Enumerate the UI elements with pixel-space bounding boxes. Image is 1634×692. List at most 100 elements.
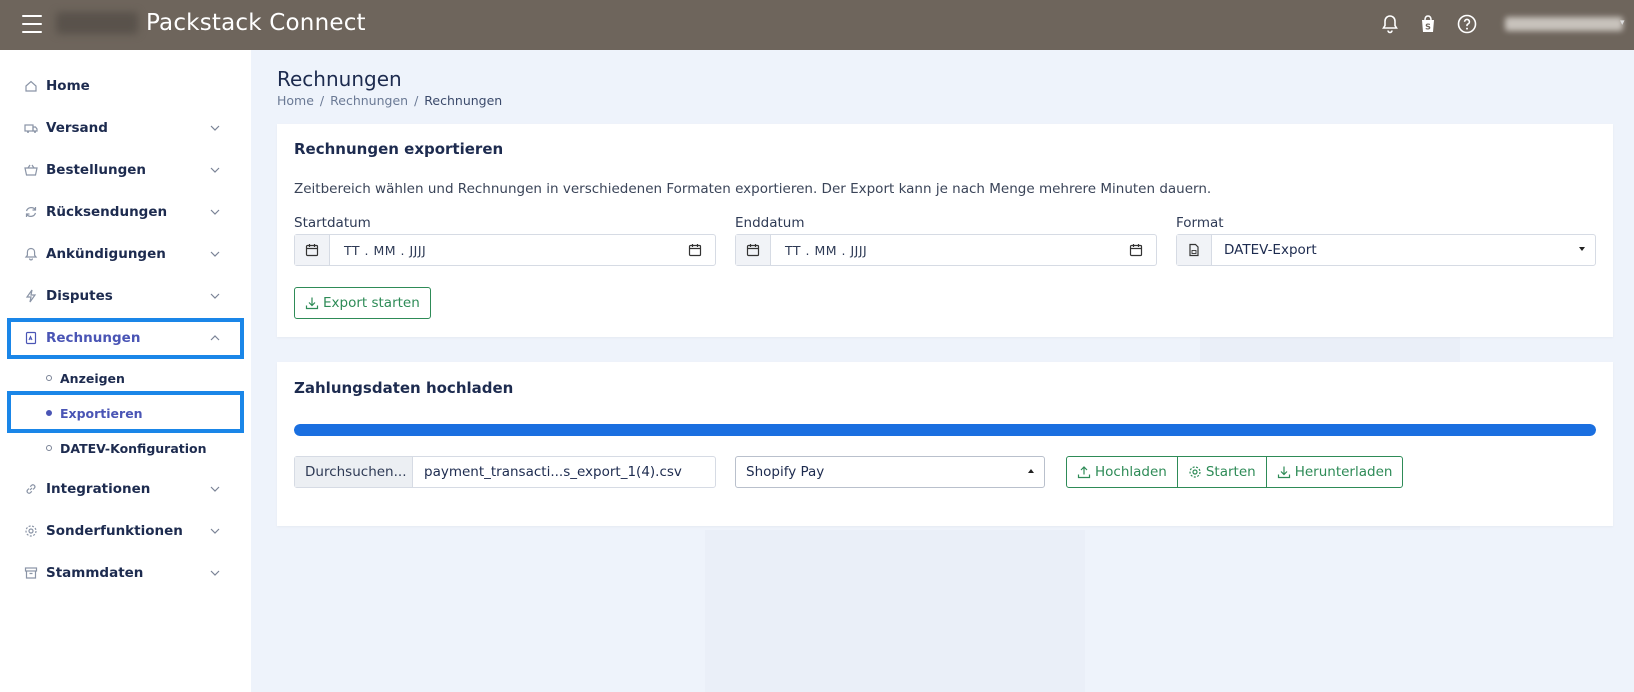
format-select-value[interactable]: DATEV-Export xyxy=(1212,235,1595,265)
sidebar-item-integrationen[interactable]: Integrationen xyxy=(12,472,240,506)
caret-down-icon xyxy=(1579,247,1585,251)
user-menu[interactable] xyxy=(1505,17,1623,31)
export-start-label: Export starten xyxy=(323,295,420,311)
file-input[interactable]: Durchsuchen... payment_transacti...s_exp… xyxy=(294,456,716,488)
format-value: DATEV-Export xyxy=(1224,242,1317,258)
upload-card: Zahlungsdaten hochladen Durchsuchen... p… xyxy=(277,362,1613,526)
end-date-placeholder: TT . MM . JJJJ xyxy=(785,242,868,258)
background-shape xyxy=(705,530,1085,692)
sidebar-item-label: Versand xyxy=(46,120,108,136)
return-icon xyxy=(24,205,38,219)
page-title: Rechnungen xyxy=(277,67,402,91)
sidebar-item-ruecksendungen[interactable]: Rücksendungen xyxy=(12,195,240,229)
link-icon xyxy=(24,482,38,496)
upload-card-title: Zahlungsdaten hochladen xyxy=(294,379,514,397)
browse-button[interactable]: Durchsuchen... xyxy=(295,457,413,487)
bell-icon xyxy=(24,247,38,261)
chevron-down-icon xyxy=(208,523,222,537)
gear-icon xyxy=(24,524,38,538)
sidebar-item-label: Sonderfunktionen xyxy=(46,523,183,539)
top-bar: Packstack Connect S ▾ xyxy=(0,0,1634,50)
download-button[interactable]: Herunterladen xyxy=(1267,457,1403,487)
sidebar-subitem-anzeigen[interactable]: Anzeigen xyxy=(46,367,125,389)
shopify-icon[interactable]: S xyxy=(1416,12,1440,36)
sidebar-item-label: Stammdaten xyxy=(46,565,144,581)
calendar-icon[interactable] xyxy=(1129,243,1143,260)
bolt-icon xyxy=(24,289,38,303)
circle-icon xyxy=(46,445,52,451)
chevron-down-icon xyxy=(208,120,222,134)
end-date-field[interactable]: TT . MM . JJJJ xyxy=(735,234,1157,266)
format-label: Format xyxy=(1176,215,1224,231)
download-button-label: Herunterladen xyxy=(1294,464,1393,480)
sidebar-item-ankuendigungen[interactable]: Ankündigungen xyxy=(12,237,240,271)
export-card: Rechnungen exportieren Zeitbereich wähle… xyxy=(277,124,1613,337)
start-date-field[interactable]: TT . MM . JJJJ xyxy=(294,234,716,266)
start-button[interactable]: Starten xyxy=(1178,457,1267,487)
sidebar-item-disputes[interactable]: Disputes xyxy=(12,279,240,313)
invoice-icon xyxy=(24,331,38,345)
chevron-down-icon xyxy=(208,288,222,302)
start-button-label: Starten xyxy=(1205,464,1256,480)
sidebar-item-label: Disputes xyxy=(46,288,113,304)
breadcrumb-home[interactable]: Home xyxy=(277,93,314,108)
export-card-title: Rechnungen exportieren xyxy=(294,140,504,158)
svg-text:S: S xyxy=(1425,23,1431,32)
bell-icon[interactable] xyxy=(1378,12,1402,36)
truck-icon xyxy=(24,121,38,135)
export-start-button[interactable]: Export starten xyxy=(294,287,431,319)
app-title: Packstack Connect xyxy=(146,10,366,36)
download-icon xyxy=(305,297,319,310)
menu-icon[interactable] xyxy=(22,15,42,33)
sidebar-item-home[interactable]: Home xyxy=(12,69,240,103)
export-description: Zeitbereich wählen und Rechnungen in ver… xyxy=(294,181,1212,197)
breadcrumb-rechnungen[interactable]: Rechnungen xyxy=(330,93,408,108)
archive-icon xyxy=(24,566,38,580)
calendar-icon[interactable] xyxy=(688,243,702,260)
calendar-icon xyxy=(736,235,771,265)
end-date-label: Enddatum xyxy=(735,215,805,231)
basket-icon xyxy=(24,163,38,177)
chevron-down-icon xyxy=(208,246,222,260)
start-date-input[interactable]: TT . MM . JJJJ xyxy=(330,235,715,265)
company-logo xyxy=(56,12,138,34)
sidebar-item-rechnungen[interactable]: Rechnungen xyxy=(12,321,240,355)
start-date-placeholder: TT . MM . JJJJ xyxy=(344,242,427,258)
sidebar-item-stammdaten[interactable]: Stammdaten xyxy=(12,556,240,590)
upload-button[interactable]: Hochladen xyxy=(1067,457,1178,487)
end-date-input[interactable]: TT . MM . JJJJ xyxy=(771,235,1156,265)
selected-file-name: payment_transacti...s_export_1(4).csv xyxy=(424,464,682,480)
home-icon xyxy=(24,79,38,93)
download-icon xyxy=(1277,466,1290,479)
sidebar-subitem-label: Exportieren xyxy=(60,405,143,421)
help-icon[interactable] xyxy=(1455,12,1479,36)
chevron-up-icon xyxy=(208,330,222,344)
breadcrumb-current: Rechnungen xyxy=(424,93,503,108)
sidebar-item-sonderfunktionen[interactable]: Sonderfunktionen xyxy=(12,514,240,548)
chevron-down-icon xyxy=(208,481,222,495)
sidebar-item-label: Rechnungen xyxy=(46,330,141,346)
sidebar-item-label: Home xyxy=(46,78,90,94)
sidebar-item-label: Rücksendungen xyxy=(46,204,168,220)
upload-progress-fill xyxy=(294,424,1596,436)
sidebar-subitem-exportieren[interactable]: Exportieren xyxy=(46,402,143,424)
upload-button-label: Hochladen xyxy=(1095,464,1167,480)
provider-select[interactable]: Shopify Pay xyxy=(735,456,1045,488)
sidebar-item-versand[interactable]: Versand xyxy=(12,111,240,145)
gear-icon xyxy=(1189,466,1201,478)
file-icon xyxy=(1177,235,1212,265)
chevron-down-icon xyxy=(208,204,222,218)
sidebar: Home Versand Bestellungen Rücksendungen … xyxy=(0,50,251,692)
provider-value: Shopify Pay xyxy=(746,464,825,480)
chevron-down-icon xyxy=(208,565,222,579)
upload-action-group: Hochladen Starten Herunterladen xyxy=(1066,456,1404,488)
bullet-icon xyxy=(46,410,52,416)
format-select[interactable]: DATEV-Export xyxy=(1176,234,1596,266)
chevron-down-icon[interactable]: ▾ xyxy=(1620,18,1625,28)
caret-up-icon xyxy=(1028,469,1034,473)
start-date-label: Startdatum xyxy=(294,215,371,231)
upload-progress-bar xyxy=(294,424,1596,436)
sidebar-item-bestellungen[interactable]: Bestellungen xyxy=(12,153,240,187)
sidebar-subitem-label: Anzeigen xyxy=(60,370,125,386)
sidebar-subitem-datev-konfiguration[interactable]: DATEV-Konfiguration xyxy=(46,437,207,459)
